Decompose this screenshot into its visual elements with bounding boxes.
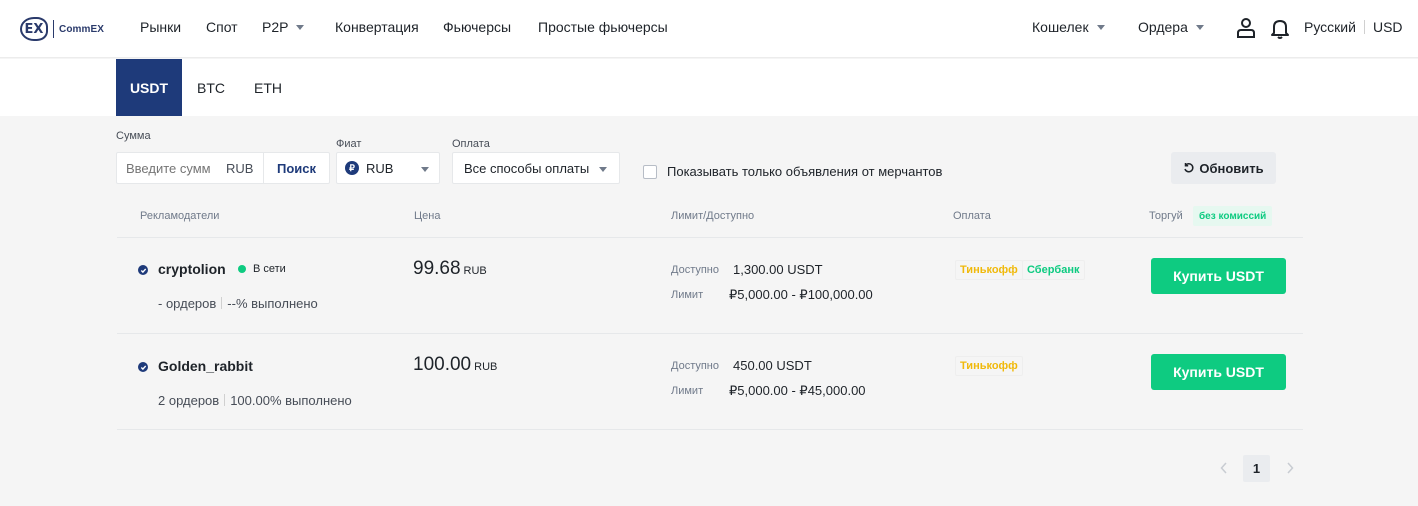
nav-p2p-label: P2P — [262, 19, 289, 35]
merchant-only-checkbox[interactable] — [643, 165, 657, 179]
verified-check-icon — [138, 265, 148, 275]
nav-wallet[interactable]: Кошелек — [1032, 19, 1105, 35]
chevron-down-icon — [599, 167, 607, 172]
advertiser-name[interactable]: cryptolion — [158, 261, 226, 277]
tab-usdt[interactable]: USDT — [116, 59, 182, 116]
available-value: 450.00 USDT — [733, 358, 812, 373]
user-icon[interactable] — [1234, 16, 1258, 40]
payment-tag-tinkoff: Тинькофф — [955, 260, 1023, 280]
limit-value: ₽5,000.00 - ₽100,000.00 — [729, 287, 873, 302]
payment-tag-sberbank: Сбербанк — [1022, 260, 1085, 280]
completion-rate: 100.00% выполнено — [230, 393, 352, 408]
row-divider — [117, 237, 1303, 238]
available-value: 1,300.00 USDT — [733, 262, 823, 277]
online-status-icon — [238, 265, 246, 273]
buy-usdt-button[interactable]: Купить USDT — [1151, 354, 1286, 390]
fiat-label: Фиат — [336, 138, 362, 150]
limit-label: Лимит — [671, 289, 704, 301]
fiat-value: RUB — [366, 160, 394, 176]
completion-rate: --% выполнено — [227, 296, 318, 311]
nav-convert[interactable]: Конвертация — [335, 19, 419, 35]
col-trade: Торгуй — [1149, 210, 1183, 222]
refresh-icon — [1184, 163, 1194, 173]
refresh-label: Обновить — [1199, 160, 1264, 176]
language-label: Русский — [1304, 19, 1356, 35]
orders-count: - ордеров — [158, 296, 217, 311]
nav-wallet-label: Кошелек — [1032, 19, 1089, 35]
payment-label: Оплата — [452, 138, 490, 150]
ruble-icon: ₽ — [345, 161, 359, 175]
refresh-button[interactable]: Обновить — [1171, 152, 1276, 184]
col-limit-available: Лимит/Доступно — [671, 210, 755, 222]
merchant-only-label: Показывать только объявления от мерчанто… — [667, 164, 943, 179]
price: 99.68 RUB — [413, 258, 487, 280]
price-currency: RUB — [463, 265, 487, 277]
advertiser-stats: 2 ордеров 100.00% выполнено — [158, 393, 352, 408]
logo-mark: EX — [20, 17, 48, 41]
price: 100.00 RUB — [413, 354, 497, 376]
chevron-down-icon — [1195, 24, 1204, 30]
advertiser-stats: - ордеров --% выполнено — [158, 296, 318, 311]
available-label: Доступно — [671, 264, 720, 276]
tab-btc[interactable]: BTC — [185, 59, 237, 116]
language-currency-switch[interactable]: Русский USD — [1304, 19, 1403, 35]
amount-unit: RUB — [226, 160, 254, 176]
verified-check-icon — [138, 362, 148, 372]
search-button[interactable]: Поиск — [263, 152, 329, 184]
logo-divider — [53, 20, 54, 38]
buy-usdt-button[interactable]: Купить USDT — [1151, 258, 1286, 294]
asset-tabs: USDT BTC ETH — [0, 59, 1418, 116]
col-price: Цена — [414, 210, 441, 222]
price-value: 99.68 — [413, 258, 461, 279]
top-navbar: EX CommEX Рынки Спот P2P Конвертация Фью… — [0, 0, 1418, 58]
limit-label: Лимит — [671, 385, 704, 397]
price-currency: RUB — [474, 361, 498, 373]
available-label: Доступно — [671, 360, 720, 372]
limit-value: ₽5,000.00 - ₽45,000.00 — [729, 383, 866, 398]
divider — [1363, 20, 1365, 34]
nav-markets[interactable]: Рынки — [140, 19, 181, 35]
nav-orders[interactable]: Ордера — [1138, 19, 1204, 35]
advertiser-name[interactable]: Golden_rabbit — [158, 358, 253, 374]
payment-select[interactable]: Все способы оплаты — [452, 152, 620, 184]
price-value: 100.00 — [413, 354, 472, 375]
logo[interactable]: EX CommEX — [20, 16, 104, 42]
online-status-text: В сети — [253, 263, 286, 275]
chevron-down-icon — [421, 167, 429, 172]
divider — [224, 394, 226, 406]
page-number[interactable]: 1 — [1243, 455, 1270, 482]
divider — [221, 297, 223, 309]
tab-eth[interactable]: ETH — [242, 59, 294, 116]
nav-orders-label: Ордера — [1138, 19, 1188, 35]
nav-p2p[interactable]: P2P — [262, 19, 305, 35]
currency-label: USD — [1372, 19, 1403, 35]
chevron-down-icon — [296, 24, 305, 30]
logo-text: CommEX — [59, 23, 105, 35]
amount-field: RUB Поиск — [116, 152, 330, 184]
no-fee-badge: без комиссий — [1193, 206, 1273, 226]
bell-icon[interactable] — [1268, 16, 1292, 40]
fiat-select[interactable]: ₽ RUB — [336, 152, 440, 184]
nav-spot[interactable]: Спот — [206, 19, 238, 35]
col-payment: Оплата — [953, 210, 991, 222]
next-page-icon[interactable] — [1280, 458, 1300, 478]
prev-page-icon[interactable] — [1214, 458, 1234, 478]
payment-tag-tinkoff: Тинькофф — [955, 356, 1023, 376]
amount-label: Сумма — [116, 130, 151, 142]
amount-input[interactable] — [126, 160, 222, 176]
nav-simple-futures[interactable]: Простые фьючерсы — [538, 19, 668, 35]
nav-futures[interactable]: Фьючерсы — [443, 19, 511, 35]
chevron-down-icon — [1096, 24, 1105, 30]
orders-count: 2 ордеров — [158, 393, 220, 408]
row-divider — [117, 333, 1303, 334]
payment-value: Все способы оплаты — [464, 160, 590, 176]
row-divider — [117, 429, 1303, 430]
col-advertisers: Рекламодатели — [140, 210, 220, 222]
